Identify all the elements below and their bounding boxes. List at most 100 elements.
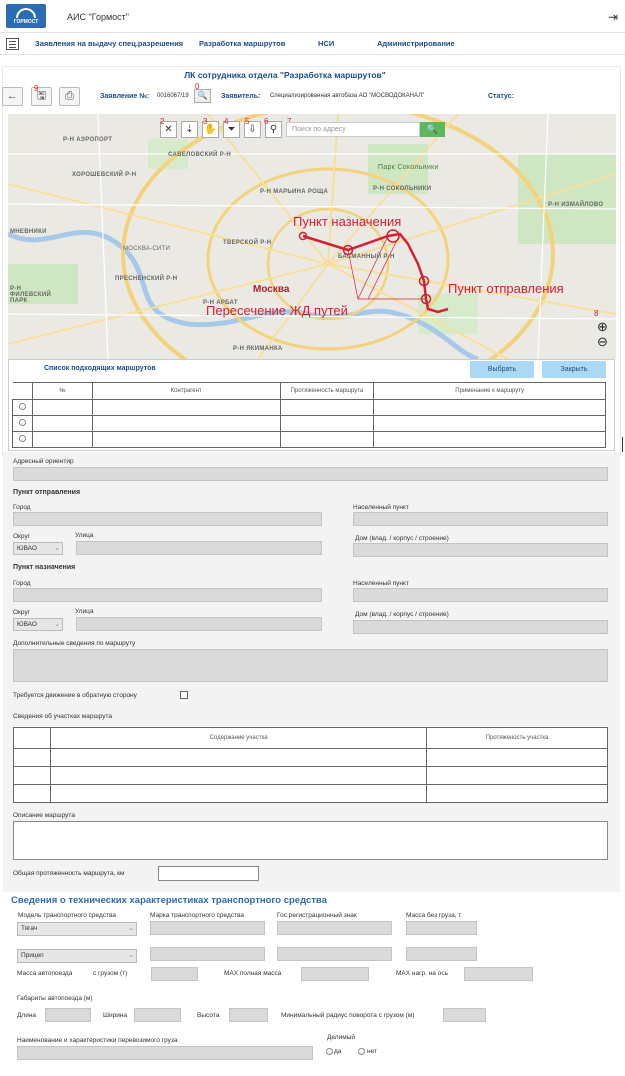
district-label: БАСМАННЫЙ Р-Н	[338, 254, 395, 260]
destination-settlement-input[interactable]	[353, 588, 608, 602]
table-row[interactable]	[12, 415, 606, 432]
height-input[interactable]	[229, 1008, 268, 1022]
divisible-label: Делимый	[327, 1034, 355, 1041]
address-search-button[interactable]: 🔍	[420, 122, 445, 137]
waypoint-icon[interactable]: ⇣	[181, 121, 198, 138]
nav-item-administration[interactable]: Администрирование	[377, 39, 455, 48]
sections-table: Содержание участка Протяженость участка	[13, 727, 608, 803]
marker-3: 3	[203, 117, 208, 126]
divisible-yes-radio[interactable]	[326, 1048, 333, 1055]
destination-okrug-select[interactable]: ЮВАО ⌄	[13, 618, 63, 631]
table-row[interactable]	[13, 748, 608, 767]
description-input[interactable]	[13, 821, 608, 860]
back-button[interactable]: ←	[2, 87, 23, 106]
max-axle-load-label: MAX нагр. на ось	[396, 970, 448, 977]
train-mass-label: Масса автопоезда	[17, 970, 73, 977]
close-button[interactable]: Закрыть	[542, 361, 606, 378]
district-label: ПРЕСНЕНСКИЙ Р-Н	[115, 276, 178, 282]
train-mass-input[interactable]	[151, 967, 198, 981]
departure-house-input[interactable]	[353, 543, 608, 557]
departure-city-input[interactable]	[13, 512, 322, 526]
destination-street-input[interactable]	[76, 617, 322, 631]
marker-2: 2	[160, 117, 165, 126]
address-input[interactable]	[13, 467, 608, 481]
address-search-input[interactable]: Поиск по адресу	[286, 122, 420, 137]
city-label: Город	[13, 580, 31, 587]
tractor-mass-input[interactable]	[406, 921, 477, 935]
table-row[interactable]	[13, 784, 608, 803]
okrug-label: Округ	[13, 609, 31, 616]
applicant-value: Специализированная автобаза АО "МОСВОДОК…	[270, 93, 425, 99]
applicant-label: Заявитель:	[221, 93, 261, 100]
with-cargo-label: с грузом (т)	[93, 970, 128, 977]
route-map[interactable]: Р-Н АЭРОПОРТ САВЕЛОВСКИЙ Р-Н ХОРОШЕВСКИЙ…	[8, 114, 616, 359]
extra-info-input[interactable]	[13, 649, 608, 682]
logout-icon[interactable]: ⇥	[608, 10, 618, 24]
tractor-brand-input[interactable]	[150, 921, 265, 935]
departure-settlement-input[interactable]	[353, 512, 608, 526]
app-logo[interactable]: ГОРМОСТ	[6, 4, 46, 28]
destination-city-input[interactable]	[13, 588, 322, 602]
dimensions-label: Габариты автопоезда (м)	[17, 995, 93, 1002]
brand-label: Марка транспортного средства	[150, 912, 244, 919]
park-label: Парк Сокольники	[378, 164, 439, 171]
routes-table: № Контрагент Протяженность маршрута Примена…	[12, 382, 606, 448]
district-label: ХОРОШЕВСКИЙ Р-Н	[72, 172, 137, 178]
marker-9: 9	[34, 84, 39, 93]
row-radio[interactable]	[18, 419, 26, 426]
tractor-select[interactable]: Тягач ⌄	[17, 922, 137, 936]
col-section-content: Содержание участка	[49, 727, 428, 749]
total-length-input[interactable]	[158, 866, 259, 881]
city-label: Город	[13, 504, 31, 511]
menu-icon[interactable]	[6, 38, 19, 50]
reverse-checkbox[interactable]	[180, 691, 188, 699]
trailer-plate-input[interactable]	[277, 947, 392, 961]
sections-label: Сведения об участках маршрута	[13, 713, 113, 720]
table-row[interactable]	[13, 766, 608, 785]
max-full-mass-input[interactable]	[301, 967, 369, 981]
destination-house-input[interactable]	[353, 620, 608, 634]
application-label: Заявление №:	[100, 93, 150, 100]
divisible-no-radio[interactable]	[358, 1048, 365, 1055]
marker-6: 6	[264, 117, 269, 126]
nav-item-nsi[interactable]: НСИ	[318, 39, 334, 48]
scrollbar[interactable]	[622, 437, 623, 452]
trailer-mass-input[interactable]	[406, 947, 477, 961]
print-button[interactable]: ⎙	[59, 87, 80, 106]
district-label: Р-Н МАРЬИНА РОЩА	[260, 189, 329, 195]
length-input[interactable]	[45, 1008, 91, 1022]
height-label: Высота	[197, 1012, 220, 1019]
departure-okrug-select[interactable]: ЮВАО ⌄	[13, 542, 63, 555]
col-note: Применание к маршруту	[373, 382, 606, 400]
zoom-out-icon[interactable]: ⊖	[594, 333, 611, 350]
row-radio[interactable]	[18, 403, 26, 410]
street-label: Улица	[75, 532, 94, 539]
cargo-input[interactable]	[17, 1046, 313, 1060]
row-radio[interactable]	[18, 435, 26, 442]
main-nav: Заявления на выдачу спец.разрешения Разр…	[0, 33, 625, 55]
table-row[interactable]	[12, 399, 606, 416]
description-label: Описание маршрута	[13, 812, 75, 819]
house-label: Дом (влад. / корпус / строение)	[355, 535, 449, 542]
trailer-brand-input[interactable]	[150, 947, 265, 961]
select-button[interactable]: Выбрать	[470, 361, 534, 378]
table-row[interactable]	[12, 431, 606, 448]
settlement-label: Населенный пункт	[353, 504, 409, 511]
street-label: Улица	[75, 608, 94, 615]
nav-item-route-development[interactable]: Разработка маршрутов	[199, 39, 285, 48]
district-label: МНЕВНИКИ	[10, 229, 47, 235]
district-label: Р-Н СОКОЛЬНИКИ	[373, 186, 432, 192]
turn-radius-input[interactable]	[443, 1008, 486, 1022]
nav-item-applications[interactable]: Заявления на выдачу спец.разрешения	[35, 39, 183, 48]
trailer-select[interactable]: Прицеп ⌄	[17, 949, 137, 963]
tractor-plate-input[interactable]	[277, 921, 392, 935]
district-label: МОСКВА-СИТИ	[123, 246, 171, 252]
map-canvas	[8, 114, 616, 359]
departure-street-input[interactable]	[76, 541, 322, 555]
width-label: Ширина	[103, 1012, 128, 1019]
search-application-button[interactable]: 🔍	[194, 89, 211, 103]
divisible-no-label: нет	[367, 1048, 377, 1055]
district-label: Р-Н АЭРОПОРТ	[63, 137, 113, 143]
width-input[interactable]	[134, 1008, 181, 1022]
max-axle-load-input[interactable]	[464, 967, 533, 981]
